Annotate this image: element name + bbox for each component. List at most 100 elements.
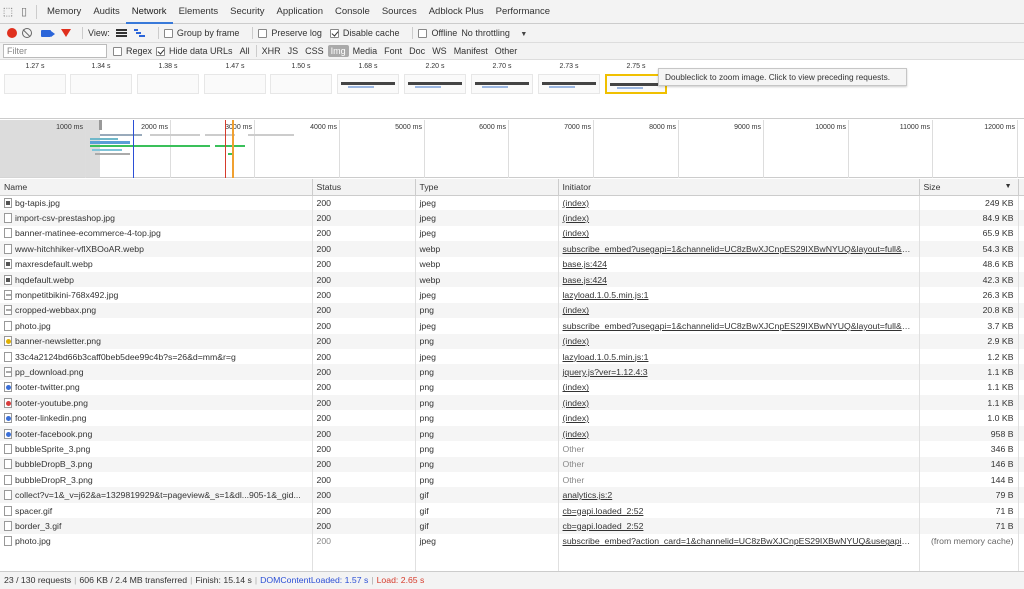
- disable-cache-checkbox[interactable]: Disable cache: [329, 28, 399, 38]
- cell-name[interactable]: 33c4a2124bd66b3caff0beb5dee99c4b?s=26&d=…: [0, 348, 313, 365]
- initiator-link[interactable]: subscribe_embed?usegapi=1&channelid=UC8z…: [563, 244, 919, 254]
- table-row[interactable]: pp_download.png 200 png jquery.js?ver=1.12.…: [0, 364, 1024, 380]
- cell-name[interactable]: photo.jpg: [0, 318, 313, 334]
- cell-name[interactable]: photo.jpg: [0, 533, 313, 549]
- table-row[interactable]: photo.jpg 200 jpeg subscribe_embed?action_c…: [0, 533, 1024, 549]
- table-row[interactable]: footer-twitter.png 200 png (index) 1.1 KB: [0, 379, 1024, 396]
- initiator-link[interactable]: cb=gapi.loaded_2:52: [563, 506, 644, 516]
- cell-initiator[interactable]: (index): [558, 379, 920, 396]
- screenshot-thumbnail[interactable]: [4, 74, 66, 94]
- filter-type-xhr[interactable]: XHR: [259, 45, 284, 57]
- overview-timeline[interactable]: 1000 ms 2000 ms 3000 ms 4000 ms 5000 ms …: [0, 120, 1024, 178]
- cell-name[interactable]: maxresdefault.webp: [0, 256, 313, 272]
- cell-name[interactable]: footer-linkedin.png: [0, 410, 313, 426]
- screenshot-frame[interactable]: 1.34 s: [70, 61, 132, 94]
- screenshot-frame[interactable]: 1.50 s: [270, 61, 332, 94]
- initiator-link[interactable]: (index): [563, 413, 590, 423]
- overview-range-handle[interactable]: [99, 120, 102, 130]
- table-row[interactable]: spacer.gif 200 gif cb=gapi.loaded_2:52 71 B: [0, 502, 1024, 519]
- checkbox-box[interactable]: [113, 46, 122, 56]
- screenshot-frame[interactable]: 2.70 s: [471, 61, 533, 94]
- cell-name[interactable]: bubbleSprite_3.png: [0, 441, 313, 457]
- screenshot-thumbnail[interactable]: [538, 74, 600, 94]
- screenshot-frame[interactable]: 1.68 s: [337, 61, 399, 94]
- cell-initiator[interactable]: cb=gapi.loaded_2:52: [558, 502, 920, 519]
- cell-initiator[interactable]: (index): [558, 333, 920, 349]
- screenshot-thumbnail[interactable]: [70, 74, 132, 94]
- tab-audits[interactable]: Audits: [87, 0, 125, 24]
- table-row[interactable]: 33c4a2124bd66b3caff0beb5dee99c4b?s=26&d=…: [0, 348, 1024, 365]
- table-row[interactable]: collect?v=1&_v=j62&a=1329819929&t=pagevi…: [0, 487, 1024, 503]
- initiator-link[interactable]: base.js:424: [563, 275, 607, 285]
- initiator-link[interactable]: subscribe_embed?usegapi=1&channelid=UC8z…: [563, 321, 919, 331]
- filter-type-css[interactable]: CSS: [302, 45, 327, 57]
- initiator-link[interactable]: (index): [563, 198, 590, 208]
- screenshot-frame[interactable]: 1.47 s: [204, 61, 266, 94]
- initiator-link[interactable]: analytics.js:2: [563, 490, 613, 500]
- regex-checkbox[interactable]: Regex: [113, 46, 152, 56]
- screenshot-thumbnail[interactable]: [204, 74, 266, 94]
- cell-name[interactable]: bg-tapis.jpg: [0, 195, 313, 211]
- table-row[interactable]: hqdefault.webp 200 webp base.js:424 42.3 KB: [0, 271, 1024, 288]
- screenshot-frame[interactable]: 1.38 s: [137, 61, 199, 94]
- initiator-link[interactable]: (index): [563, 398, 590, 408]
- tab-adblock-plus[interactable]: Adblock Plus: [423, 0, 490, 24]
- table-row[interactable]: footer-linkedin.png 200 png (index) 1.0 KB: [0, 410, 1024, 426]
- cell-name[interactable]: bubbleDropB_3.png: [0, 456, 313, 473]
- checkbox-box[interactable]: [418, 28, 428, 38]
- tab-sources[interactable]: Sources: [376, 0, 423, 24]
- initiator-link[interactable]: base.js:424: [563, 259, 607, 269]
- filter-icon[interactable]: [61, 29, 71, 37]
- cell-initiator[interactable]: lazyload.1.0.5.min.js:1: [558, 348, 920, 365]
- checkbox-box[interactable]: [329, 28, 339, 38]
- cell-initiator[interactable]: lazyload.1.0.5.min.js:1: [558, 287, 920, 303]
- initiator-link[interactable]: subscribe_embed?action_card=1&channelid=…: [563, 536, 919, 546]
- table-row[interactable]: cropped-webbax.png 200 png (index) 20.8 KB: [0, 302, 1024, 319]
- initiator-link[interactable]: (index): [563, 305, 590, 315]
- initiator-link[interactable]: (index): [563, 336, 590, 346]
- cell-initiator[interactable]: jquery.js?ver=1.12.4:3: [558, 364, 920, 380]
- table-row[interactable]: banner-newsletter.png 200 png (index) 2.9 KB: [0, 333, 1024, 349]
- cell-initiator[interactable]: analytics.js:2: [558, 487, 920, 503]
- cell-initiator[interactable]: (index): [558, 195, 920, 211]
- cell-initiator[interactable]: (index): [558, 395, 920, 411]
- table-row[interactable]: bubbleDropB_3.png 200 png Other 146 B: [0, 456, 1024, 473]
- device-toolbar-icon[interactable]: ▯: [16, 0, 32, 24]
- column-header-initiator[interactable]: Initiator: [558, 179, 920, 196]
- column-header-name[interactable]: Name: [0, 179, 313, 196]
- initiator-link[interactable]: (index): [563, 429, 590, 439]
- capture-screenshots-icon[interactable]: [41, 29, 55, 37]
- cell-name[interactable]: banner-matinee-ecommerce-4-top.jpg: [0, 225, 313, 242]
- cell-initiator[interactable]: cb=gapi.loaded_2:52: [558, 518, 920, 534]
- filter-type-other[interactable]: Other: [492, 45, 521, 57]
- cell-initiator[interactable]: base.js:424: [558, 271, 920, 288]
- clear-icon[interactable]: [22, 28, 32, 38]
- screenshot-thumbnail[interactable]: [337, 74, 399, 94]
- screenshot-thumbnail[interactable]: [471, 74, 533, 94]
- table-row[interactable]: banner-matinee-ecommerce-4-top.jpg 200 jpe…: [0, 225, 1024, 242]
- screenshot-frame[interactable]: 2.73 s: [538, 61, 600, 94]
- screenshot-frame[interactable]: 1.27 s: [4, 61, 66, 94]
- table-row[interactable]: monpetitbikini-768x492.jpg 200 jpeg lazyloa…: [0, 287, 1024, 303]
- initiator-link[interactable]: (index): [563, 228, 590, 238]
- cell-initiator[interactable]: subscribe_embed?action_card=1&channelid=…: [558, 533, 920, 549]
- inspect-element-icon[interactable]: ⬚: [0, 0, 16, 24]
- filter-type-img[interactable]: Img: [327, 45, 349, 57]
- initiator-link[interactable]: lazyload.1.0.5.min.js:1: [563, 352, 649, 362]
- cell-name[interactable]: border_3.gif: [0, 518, 313, 534]
- table-row[interactable]: bubbleSprite_3.png 200 png Other 346 B: [0, 441, 1024, 457]
- checkbox-box[interactable]: [156, 46, 166, 56]
- column-header-size[interactable]: Size ▼: [919, 179, 1019, 196]
- record-icon[interactable]: [7, 28, 17, 38]
- table-row[interactable]: www-hitchhiker-vflXBOoAR.webp 200 webp subs…: [0, 241, 1024, 257]
- screenshot-thumbnail[interactable]: [137, 74, 199, 94]
- filter-type-doc[interactable]: Doc: [406, 45, 428, 57]
- cell-name[interactable]: banner-newsletter.png: [0, 333, 313, 349]
- initiator-link[interactable]: (index): [563, 382, 590, 392]
- table-row[interactable]: photo.jpg 200 jpeg subscribe_embed?usegapi=…: [0, 318, 1024, 334]
- screenshot-frame[interactable]: 2.20 s: [404, 61, 466, 94]
- cell-name[interactable]: import-csv-prestashop.jpg: [0, 210, 313, 226]
- cell-name[interactable]: monpetitbikini-768x492.jpg: [0, 287, 313, 303]
- hide-data-urls-checkbox[interactable]: Hide data URLs: [156, 46, 233, 56]
- preserve-log-checkbox[interactable]: Preserve log: [258, 28, 322, 38]
